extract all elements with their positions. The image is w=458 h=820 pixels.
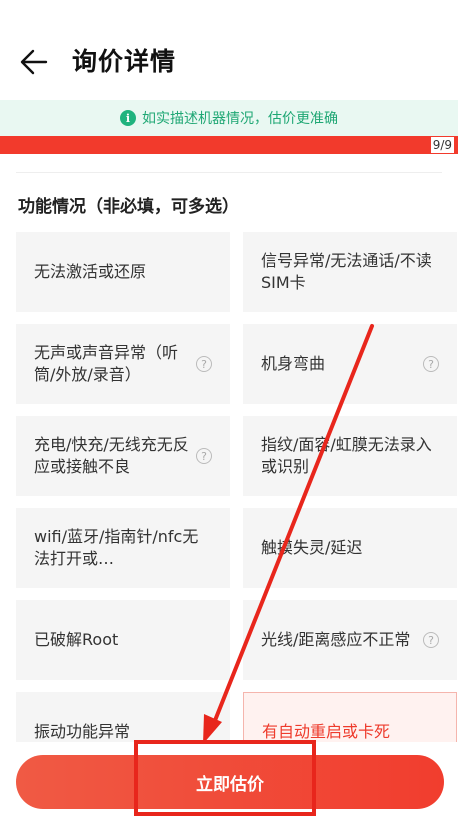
option-label: 振动功能异常 <box>34 722 131 741</box>
option-label: wifi/蓝牙/指南针/nfc无法打开或… <box>34 527 199 568</box>
help-icon[interactable]: ? <box>423 632 439 648</box>
page-title: 询价详情 <box>72 47 177 76</box>
option-tile[interactable]: 已破解Root <box>16 600 230 680</box>
option-label: 信号异常/无法通话/不读SIM卡 <box>261 251 432 292</box>
progress-count: 9/9 <box>430 137 454 153</box>
option-label: 指纹/面容/虹膜无法录入或识别 <box>261 435 432 476</box>
option-label: 充电/快充/无线充无反应或接触不良 <box>34 435 189 476</box>
header: 询价详情 <box>0 0 458 100</box>
help-icon[interactable]: ? <box>196 356 212 372</box>
option-label: 机身弯曲 <box>261 354 326 373</box>
option-label: 触摸失灵/延迟 <box>261 538 363 557</box>
option-tile[interactable]: 光线/距离感应不正常? <box>243 600 457 680</box>
option-tile[interactable]: 信号异常/无法通话/不读SIM卡 <box>243 232 457 312</box>
help-icon[interactable]: ? <box>423 356 439 372</box>
option-label: 有自动重启或卡死 <box>262 722 391 741</box>
option-tile[interactable]: 指纹/面容/虹膜无法录入或识别 <box>243 416 457 496</box>
option-tile[interactable]: 触摸失灵/延迟 <box>243 508 457 588</box>
option-tile[interactable]: wifi/蓝牙/指南针/nfc无法打开或… <box>16 508 230 588</box>
option-tile[interactable]: 无声或声音异常（听筒/外放/录音）? <box>16 324 230 404</box>
option-label: 无声或声音异常（听筒/外放/录音） <box>34 343 179 384</box>
arrow-left-icon[interactable] <box>18 46 50 78</box>
progress-bar: 9/9 <box>0 136 458 154</box>
option-label: 光线/距离感应不正常 <box>261 630 411 649</box>
option-label: 无法激活或还原 <box>34 262 147 281</box>
divider <box>16 172 442 173</box>
estimate-button[interactable]: 立即估价 <box>16 755 444 809</box>
info-icon: i <box>120 110 136 126</box>
option-tile[interactable]: 充电/快充/无线充无反应或接触不良? <box>16 416 230 496</box>
option-label: 已破解Root <box>34 630 119 649</box>
tip-banner: i 如实描述机器情况，估价更准确 <box>0 100 458 136</box>
option-tile[interactable]: 无法激活或还原 <box>16 232 230 312</box>
help-icon[interactable]: ? <box>196 448 212 464</box>
option-tile[interactable]: 机身弯曲? <box>243 324 457 404</box>
tip-text: 如实描述机器情况，估价更准确 <box>142 111 338 127</box>
progress-fill <box>0 136 458 154</box>
section-title: 功能情况（非必填，可多选） <box>18 197 239 217</box>
